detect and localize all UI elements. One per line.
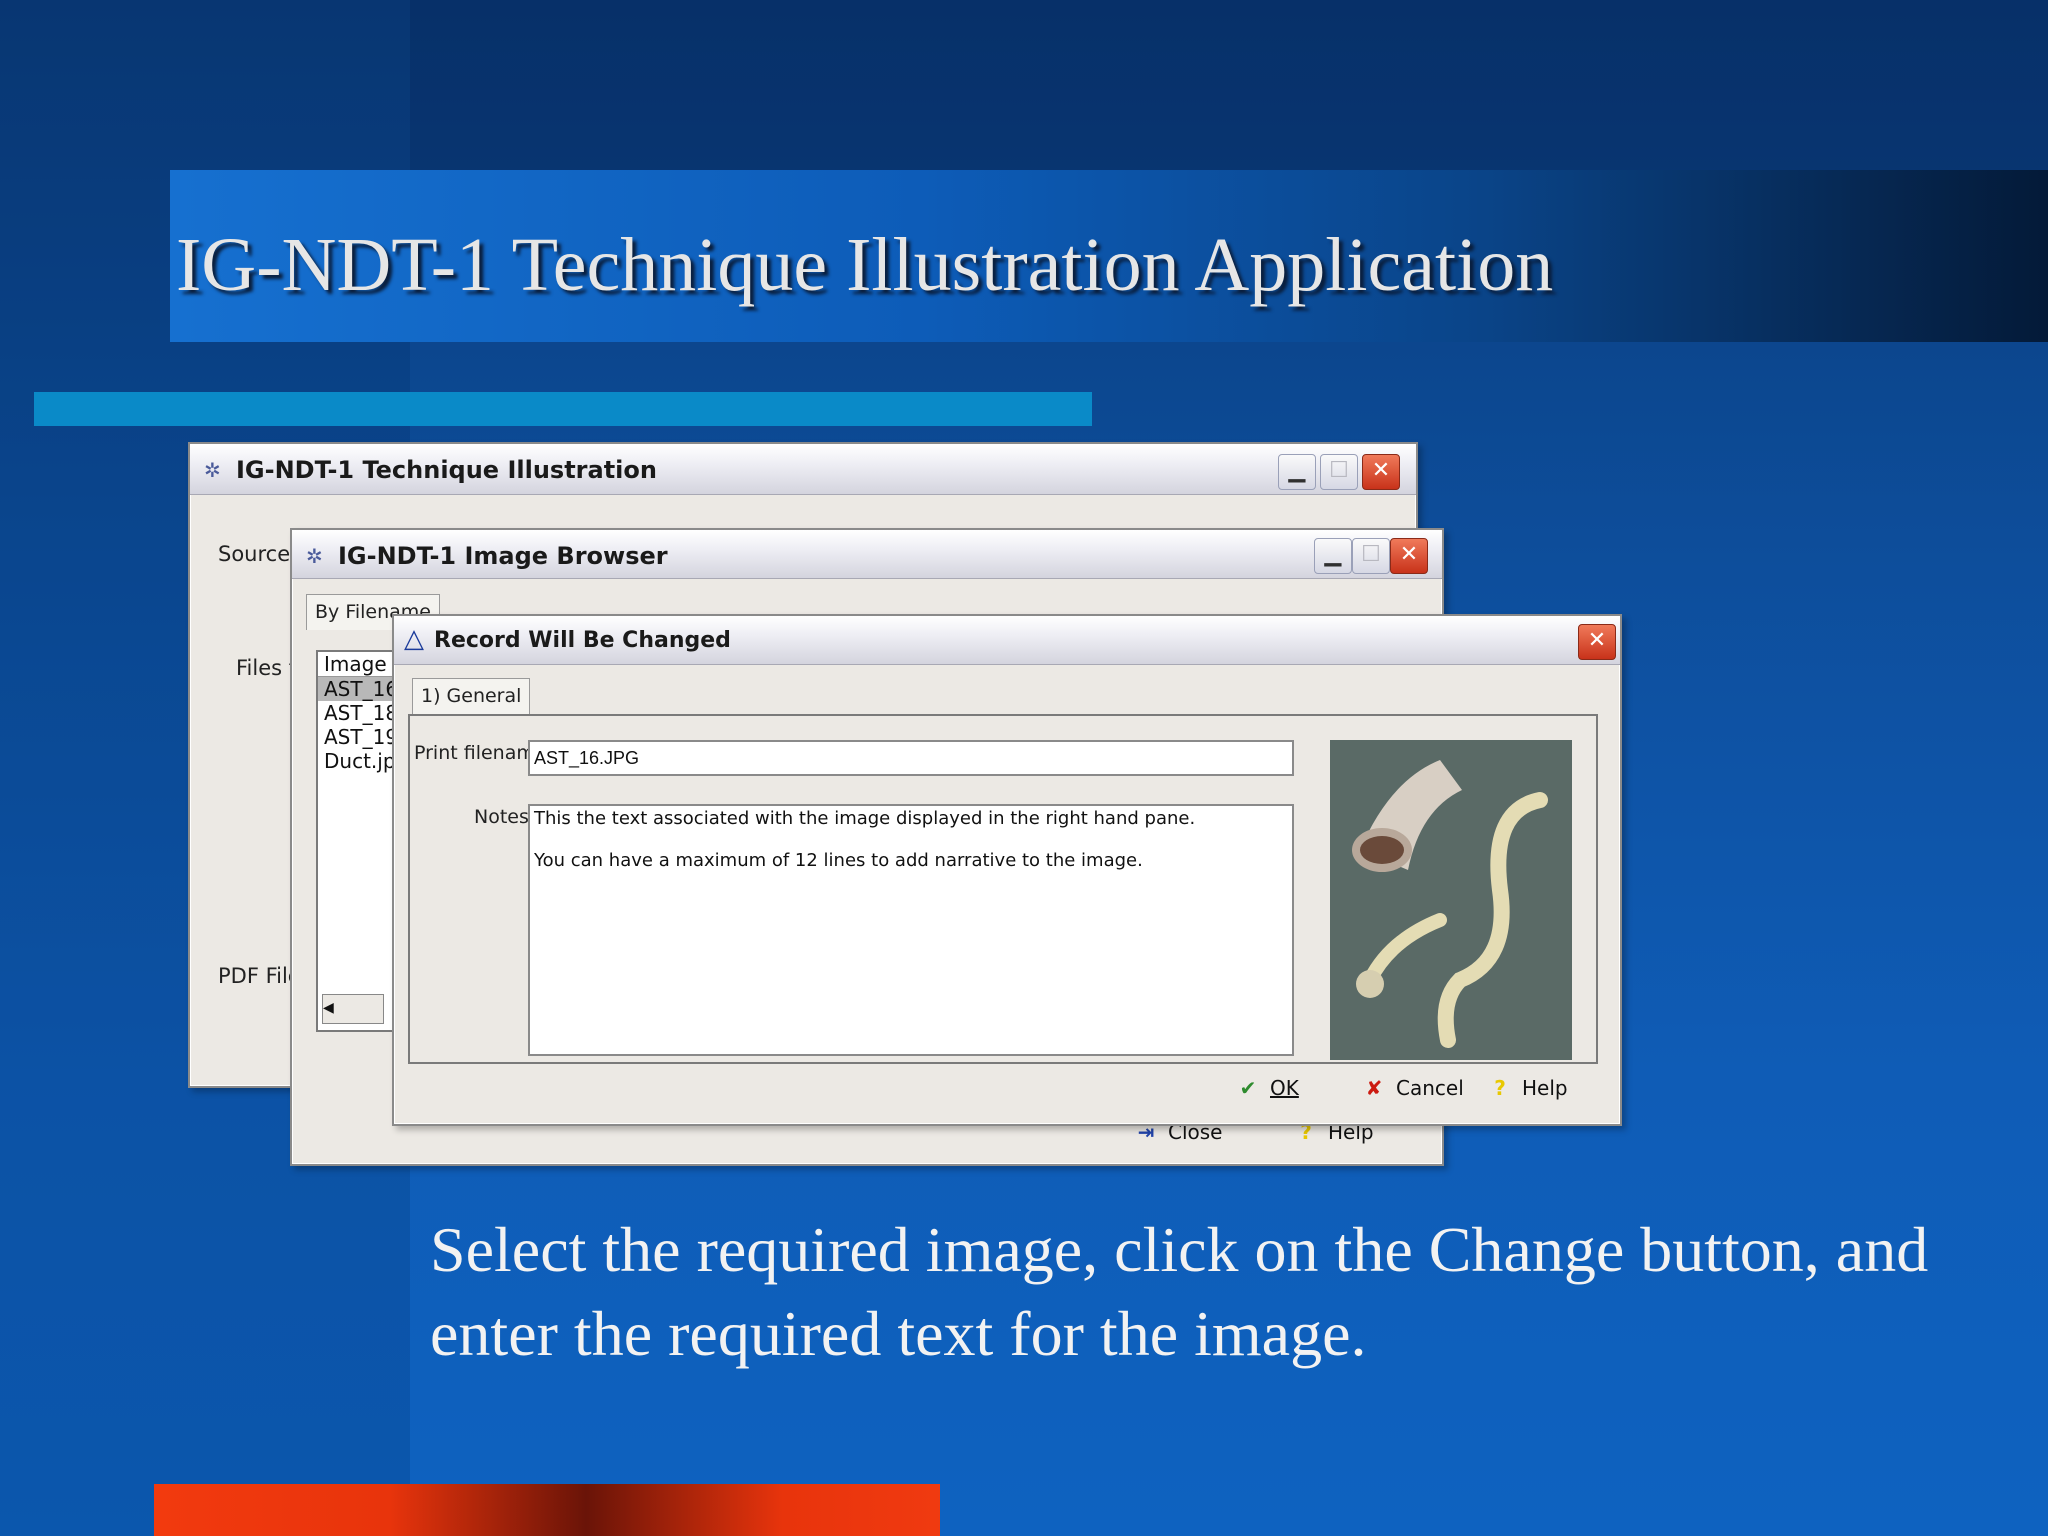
warning-icon: △: [404, 624, 424, 654]
ok-button[interactable]: ✔ OK: [1234, 1076, 1299, 1100]
maximize-button[interactable]: ☐: [1352, 538, 1390, 574]
general-panel: Print filename: Notes: This the text ass…: [408, 714, 1598, 1064]
notes-line: You can have a maximum of 12 lines to ad…: [534, 850, 1143, 871]
slide-caption: Select the required image, click on the …: [430, 1214, 1929, 1369]
accent-bar-bottom: [154, 1484, 940, 1536]
checkmark-icon: ✔: [1239, 1076, 1257, 1100]
horizontal-scrollbar[interactable]: ◀: [322, 994, 384, 1024]
notes-line: This the text associated with the image …: [534, 808, 1196, 829]
pdf-file-label: PDF File: [218, 964, 301, 988]
tab-general[interactable]: 1) General: [412, 678, 531, 716]
duct-opening-inner: [1360, 836, 1404, 864]
gear-icon: ✲: [306, 544, 323, 568]
dialog-titlebar[interactable]: △ Record Will Be Changed ✕: [394, 616, 1620, 665]
x-icon: ✘: [1365, 1076, 1383, 1100]
image-browser-titlebar[interactable]: ✲ IG-NDT-1 Image Browser ▁ ☐ ✕: [292, 530, 1442, 579]
duct-flange: [1356, 970, 1384, 998]
source-label: Source: [218, 542, 291, 566]
background-band-top: [410, 0, 2048, 170]
maximize-button[interactable]: ☐: [1320, 454, 1358, 490]
dialog-title: Record Will Be Changed: [434, 628, 731, 653]
slide-title: IG-NDT-1 Technique Illustration Applicat…: [176, 223, 1554, 307]
image-browser-title: IG-NDT-1 Image Browser: [338, 542, 668, 570]
notes-label: Notes:: [474, 806, 536, 828]
question-icon: ?: [1494, 1076, 1506, 1100]
record-changed-dialog: △ Record Will Be Changed ✕ 1) General Pr…: [392, 614, 1622, 1126]
main-window-title: IG-NDT-1 Technique Illustration: [236, 456, 657, 484]
image-preview: [1330, 740, 1572, 1060]
print-filename-input[interactable]: [528, 740, 1294, 776]
help-button[interactable]: ? Help: [1486, 1076, 1567, 1100]
main-window-titlebar[interactable]: ✲ IG-NDT-1 Technique Illustration ▁ ☐ ✕: [190, 444, 1416, 495]
close-button[interactable]: ✕: [1578, 624, 1616, 660]
close-button[interactable]: ✕: [1390, 538, 1428, 574]
cancel-button[interactable]: ✘ Cancel: [1360, 1076, 1464, 1100]
accent-bar: [34, 392, 1092, 426]
close-button[interactable]: ✕: [1362, 454, 1400, 490]
minimize-button[interactable]: ▁: [1314, 538, 1352, 574]
gear-icon: ✲: [204, 458, 221, 482]
notes-textarea[interactable]: This the text associated with the image …: [528, 804, 1294, 1056]
minimize-button[interactable]: ▁: [1278, 454, 1316, 490]
files-label: Files t: [236, 656, 297, 680]
